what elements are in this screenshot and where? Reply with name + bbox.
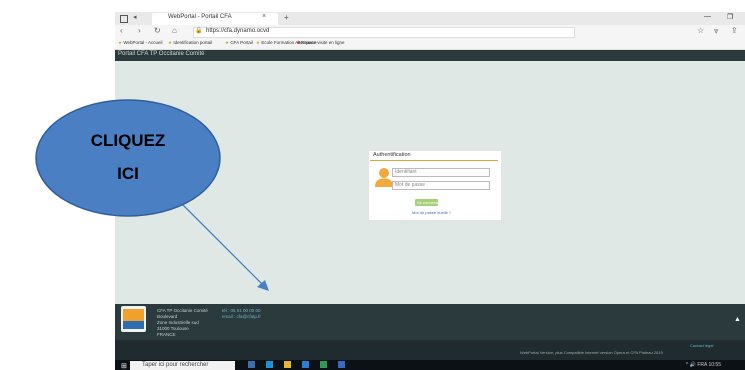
callout-text-line2: ICI [117,164,139,183]
callout-arrow-line [175,197,265,287]
callout-text-line1: CLIQUEZ [90,131,166,150]
callout-bubble [35,99,221,217]
callout-overlay [35,99,269,291]
